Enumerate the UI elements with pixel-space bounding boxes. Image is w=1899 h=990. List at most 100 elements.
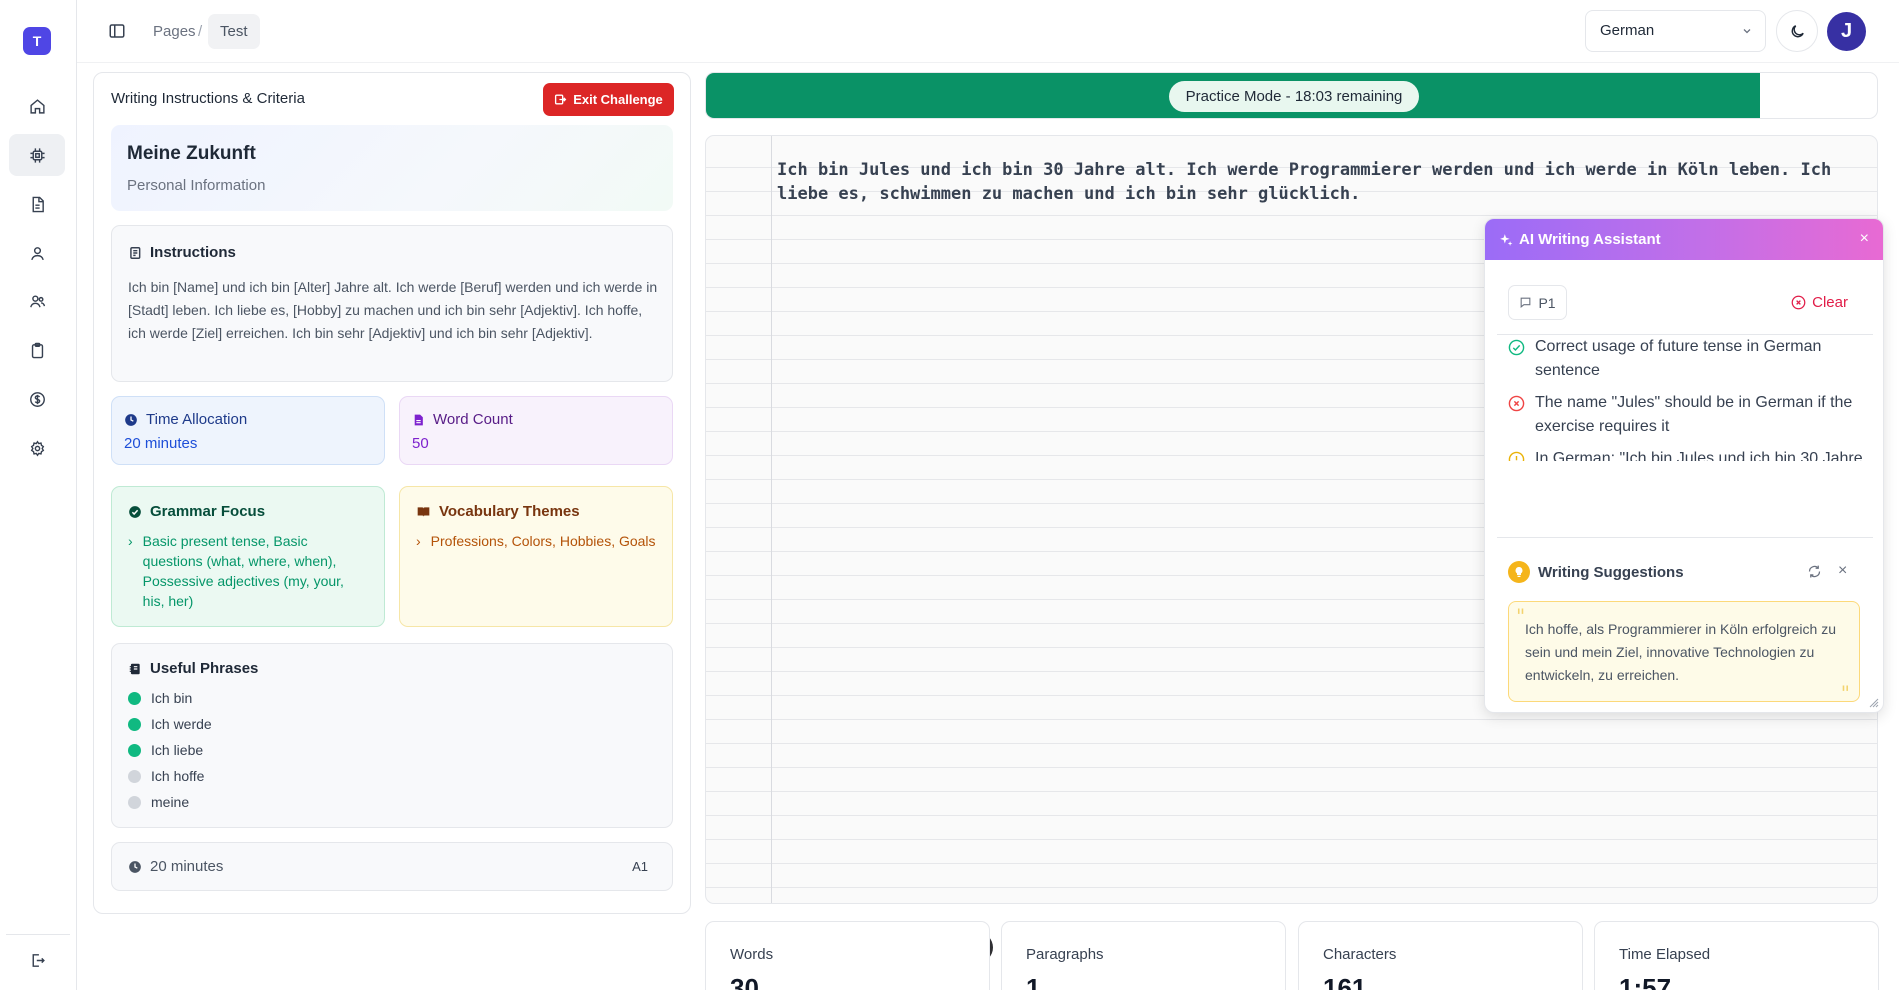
sidebar-divider (6, 934, 70, 935)
time-allocation-card: Time Allocation 20 minutes (111, 396, 385, 465)
summary-time: 20 minutes (128, 858, 223, 875)
user-avatar[interactable]: J (1827, 12, 1866, 51)
suggestion-card[interactable]: " Ich hoffe, als Programmierer in Köln e… (1508, 601, 1860, 705)
practice-mode-timer: Practice Mode - 18:03 remaining (1169, 81, 1419, 112)
exit-challenge-button[interactable]: Exit Challenge (543, 83, 674, 116)
ai-assistant-title-text: AI Writing Assistant (1519, 231, 1661, 248)
book-open-icon (417, 506, 430, 517)
phrase-text: Ich werde (151, 716, 212, 732)
phrase-text: meine (151, 794, 190, 810)
feedback-item-warning: In German: "Ich bin Jules und ich bin 30… (1508, 447, 1868, 461)
sidebar-item-home[interactable] (9, 85, 65, 127)
ai-assistant-header[interactable]: AI Writing Assistant × (1485, 219, 1883, 260)
breadcrumb-pages[interactable]: Pages (153, 23, 196, 40)
notes-icon (130, 246, 141, 259)
stat-label: Characters (1323, 946, 1397, 963)
practice-progress-bar: Practice Mode - 18:03 remaining (705, 72, 1878, 119)
phrase-item: Ich bin (128, 690, 192, 706)
time-allocation-label: Time Allocation (146, 411, 248, 428)
clipboard-icon (31, 342, 43, 358)
stat-label: Paragraphs (1026, 946, 1104, 963)
level-badge: A1 (632, 859, 648, 874)
word-count-heading: Word Count (412, 411, 513, 428)
grammar-focus-item: › Basic present tense, Basic questions (… (128, 531, 368, 611)
refresh-icon[interactable] (1807, 564, 1822, 579)
panel-title: Writing Instructions & Criteria (111, 90, 305, 107)
phrase-item: Ich hoffe (128, 768, 204, 784)
chip-icon (29, 147, 45, 163)
language-select-value: German (1600, 22, 1655, 39)
divider (1497, 537, 1873, 538)
word-count-card: Word Count 50 (399, 396, 673, 465)
check-circle-icon (1508, 339, 1525, 356)
vocabulary-themes-text: Professions, Colors, Hobbies, Goals (430, 533, 656, 549)
status-dot (128, 795, 141, 809)
topbar: Pages / Test German J (77, 0, 1899, 63)
paragraph-chip-label: P1 (1538, 294, 1556, 311)
sparkles-icon (1500, 233, 1513, 246)
x-circle-icon (1508, 395, 1525, 412)
time-allocation-heading: Time Allocation (124, 411, 247, 428)
feedback-item-error: The name "Jules" should be in German if … (1508, 391, 1868, 439)
dollar-icon (29, 391, 45, 407)
useful-phrases-heading: Useful Phrases (128, 660, 258, 677)
sidebar-item-challenges[interactable] (9, 134, 65, 176)
grammar-focus-heading: Grammar Focus (128, 503, 265, 520)
breadcrumb-current[interactable]: Test (208, 14, 260, 49)
sidebar: T (0, 0, 77, 990)
check-circle-icon (129, 505, 141, 518)
logout-button[interactable] (9, 939, 65, 981)
language-select[interactable]: German (1585, 10, 1766, 52)
theme-toggle-button[interactable] (1776, 10, 1818, 52)
grammar-focus-card: Grammar Focus › Basic present tense, Bas… (111, 486, 385, 627)
comment-icon (1521, 297, 1531, 308)
ai-writing-assistant: AI Writing Assistant × P1 Clear Correct … (1484, 218, 1884, 713)
challenge-summary: 20 minutes A1 (111, 842, 673, 891)
sidebar-item-community[interactable] (9, 280, 65, 322)
logout-icon (32, 953, 45, 967)
status-dot (128, 691, 141, 705)
status-dot (128, 717, 141, 731)
editor-text[interactable]: Ich bin Jules und ich bin 30 Jahre alt. … (777, 158, 1872, 206)
close-icon[interactable]: × (1838, 562, 1847, 580)
stat-value: 30 (730, 973, 759, 990)
sidebar-toggle-icon[interactable] (108, 22, 126, 40)
sidebar-item-profile[interactable] (9, 232, 65, 274)
lightbulb-icon (1508, 561, 1530, 583)
phrase-text: Ich hoffe (151, 768, 205, 784)
clear-button[interactable]: Clear (1791, 294, 1848, 311)
paragraph-chip[interactable]: P1 (1508, 285, 1567, 320)
quote-close-icon: " (1840, 681, 1850, 705)
document-icon (32, 196, 44, 212)
stat-value: 1 (1026, 973, 1041, 990)
phrase-text: Ich bin (151, 690, 193, 706)
exit-icon (555, 94, 567, 105)
phrase-item: meine (128, 794, 189, 810)
sidebar-item-settings[interactable] (9, 427, 65, 469)
stat-value: 161 (1323, 973, 1367, 990)
editor-margin-line (771, 136, 772, 903)
breadcrumb-separator: / (198, 23, 203, 40)
sidebar-item-billing[interactable] (9, 378, 65, 420)
chevron-right-icon: › (416, 533, 421, 549)
alert-circle-icon (1508, 451, 1525, 461)
feedback-list[interactable]: Correct usage of future tense in German … (1508, 335, 1868, 461)
sidebar-item-documents[interactable] (9, 183, 65, 225)
grammar-focus-title: Grammar Focus (150, 503, 266, 520)
app-logo[interactable]: T (23, 27, 51, 55)
time-allocation-value: 20 minutes (124, 435, 198, 452)
stat-label: Time Elapsed (1619, 946, 1711, 963)
sidebar-item-tasks[interactable] (9, 329, 65, 371)
stat-card-characters: Characters 161 (1298, 921, 1583, 990)
instructions-heading: Instructions (128, 244, 236, 261)
close-icon[interactable]: × (1860, 231, 1869, 247)
clear-label: Clear (1812, 294, 1848, 311)
gear-icon (30, 440, 44, 456)
vocabulary-themes-card: Vocabulary Themes › Professions, Colors,… (399, 486, 673, 627)
word-count-value: 50 (412, 435, 429, 452)
stat-label: Words (730, 946, 774, 963)
word-count-label: Word Count (433, 411, 513, 428)
resize-handle-icon[interactable] (1869, 698, 1879, 708)
notebook-icon (129, 663, 140, 674)
useful-phrases-title: Useful Phrases (150, 660, 259, 677)
